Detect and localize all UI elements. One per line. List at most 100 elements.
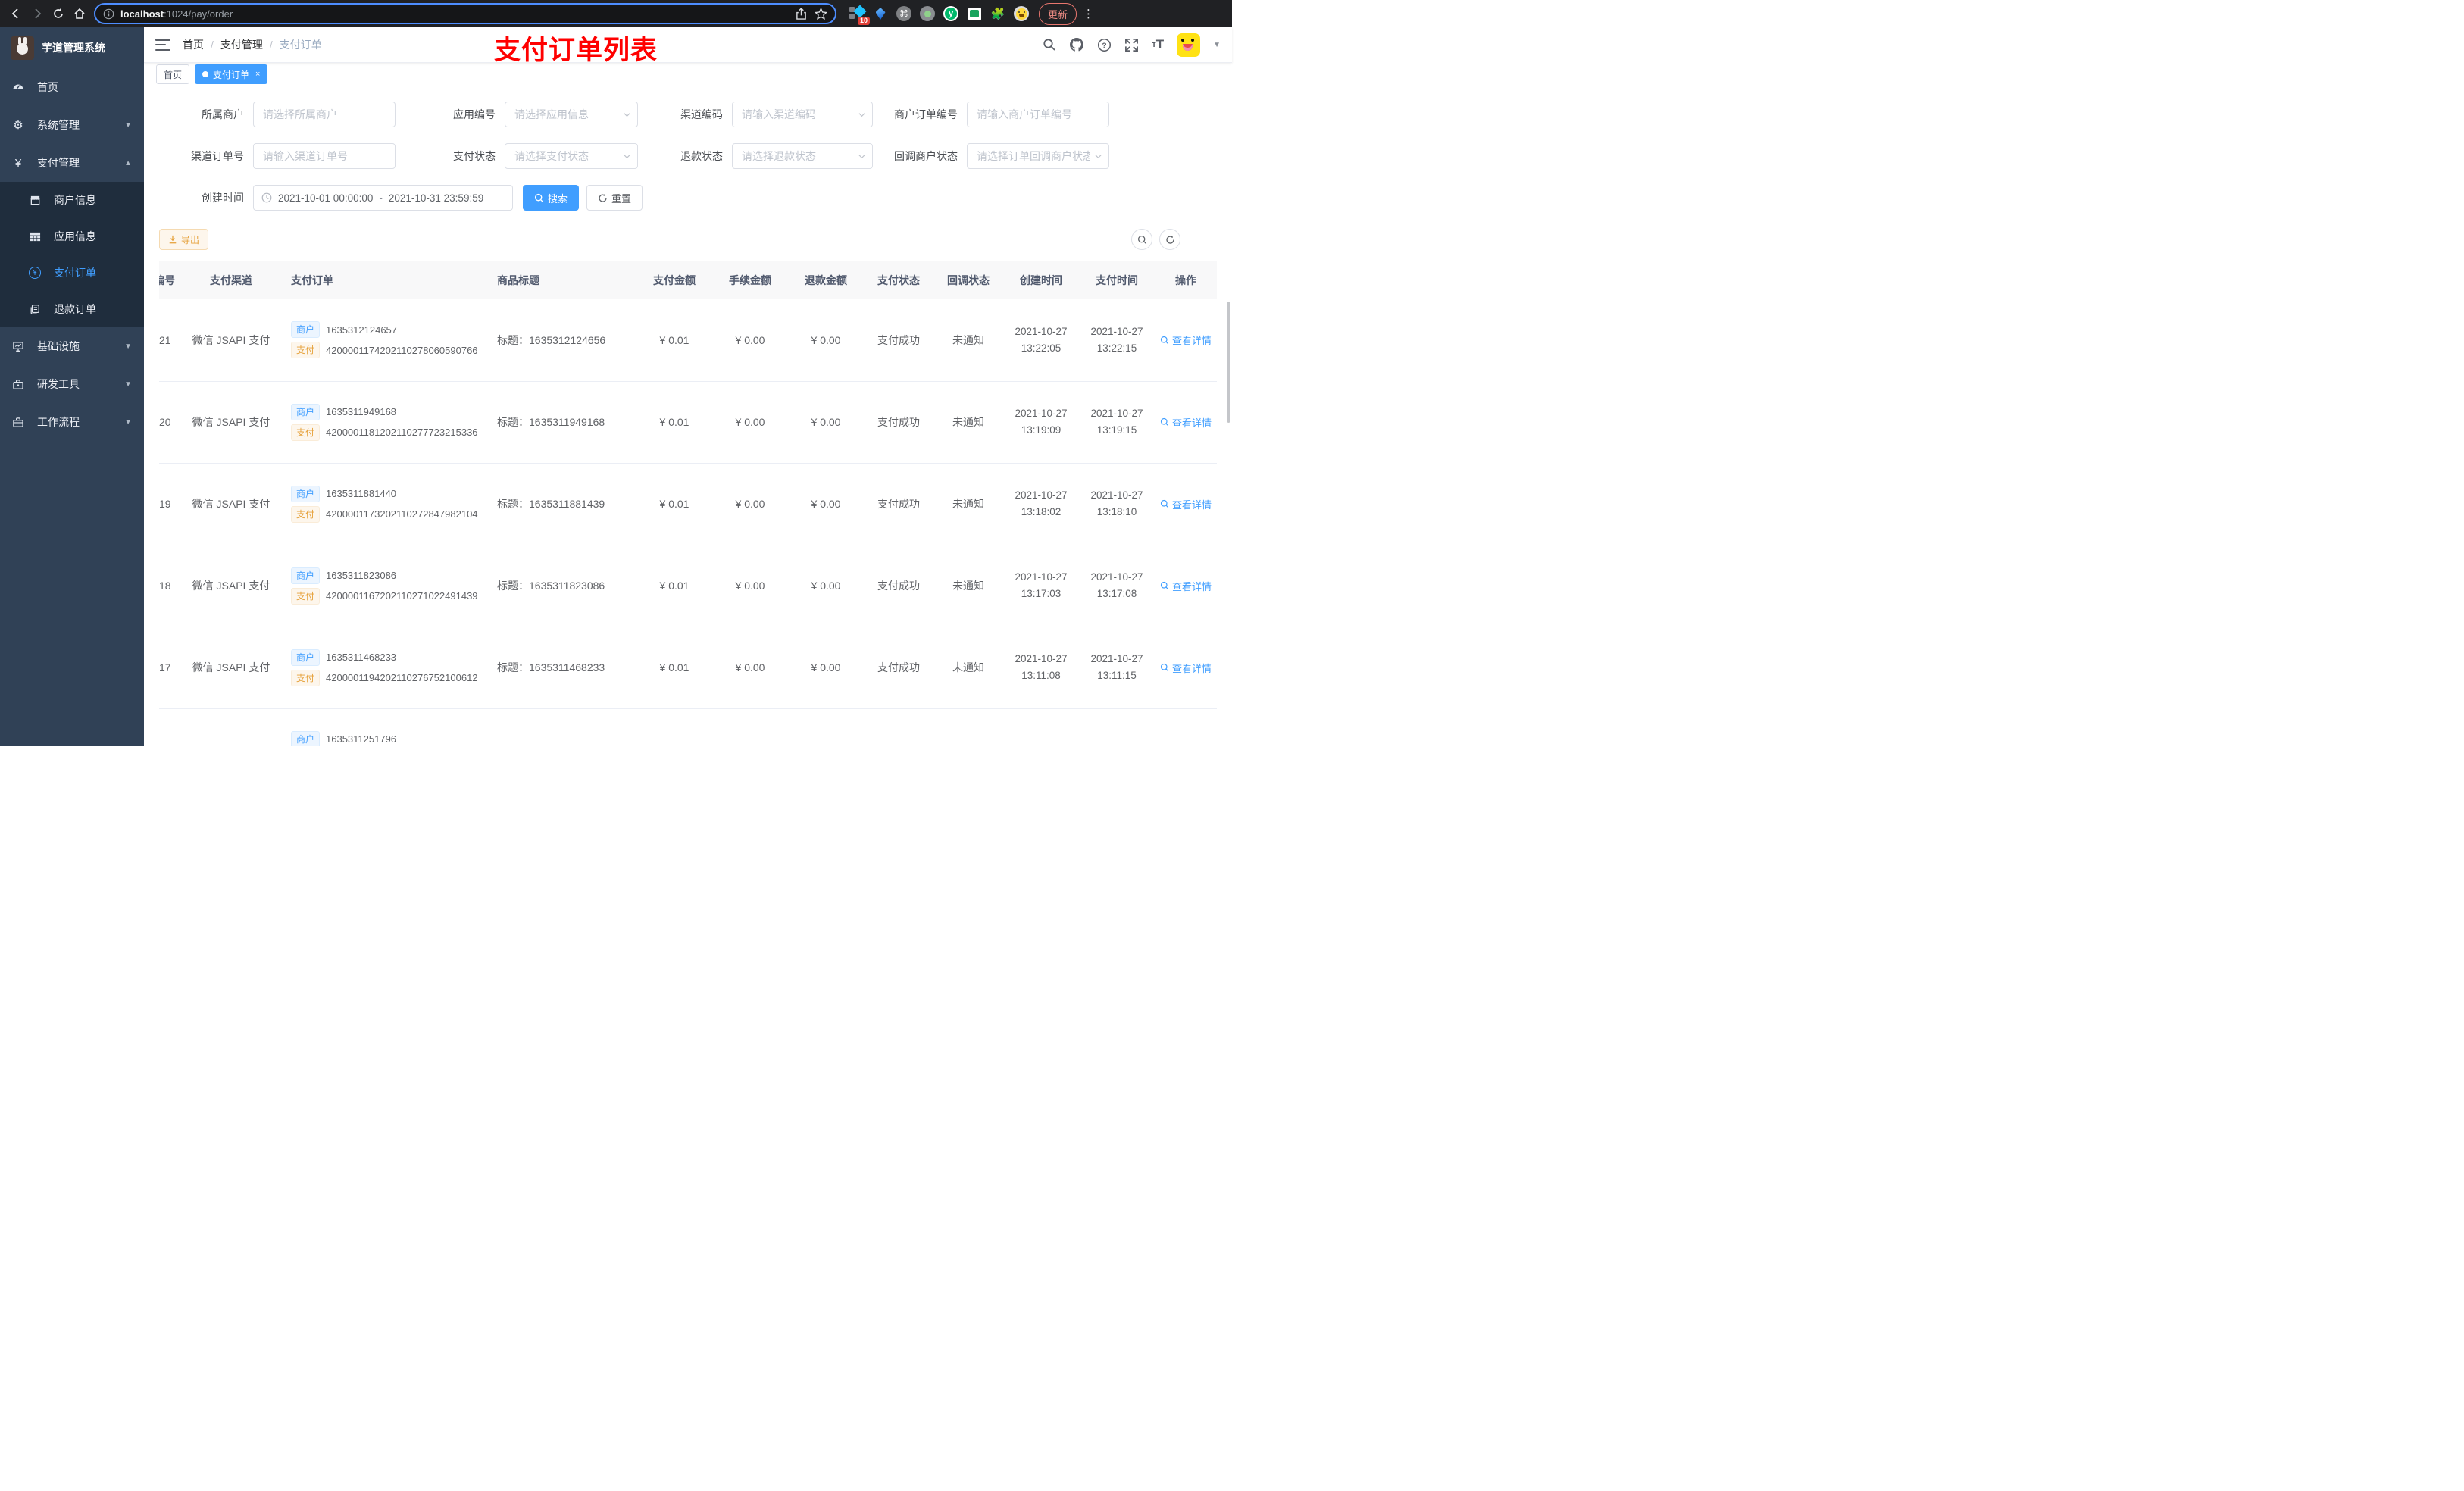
col-fee: 手续金额 xyxy=(712,261,788,299)
document-icon xyxy=(29,304,41,315)
col-refund: 退款金额 xyxy=(788,261,864,299)
kite-extension-icon[interactable] xyxy=(872,5,889,22)
sketch-extension-icon[interactable]: 10 xyxy=(849,5,870,25)
sidebar-item-refund-order[interactable]: 退款订单 xyxy=(0,291,144,327)
sidebar-item-dev-tools[interactable]: 研发工具 ▼ xyxy=(0,365,144,403)
create-time-range-picker[interactable]: 2021-10-01 00:00:00 - 2021-10-31 23:59:5… xyxy=(253,185,513,211)
extension-badge: 10 xyxy=(857,17,870,25)
refund-amount-cell: ¥ 0.00 xyxy=(788,545,864,627)
view-detail-link[interactable]: 查看详情 xyxy=(1160,415,1212,430)
pay-tag: 支付 xyxy=(291,669,321,686)
export-button[interactable]: 导出 xyxy=(159,229,209,250)
pay-amount-cell: ¥ 0.01 xyxy=(636,381,712,464)
fee-amount-cell xyxy=(712,708,788,746)
breadcrumb-current: 支付订单 xyxy=(279,39,322,51)
table-row: 20 微信 JSAPI 支付 商户 1635311949168 支付 4200001… xyxy=(159,381,1217,464)
refresh-button[interactable] xyxy=(1159,229,1180,250)
sidebar-item-infra[interactable]: 基础设施 ▼ xyxy=(0,327,144,365)
app-logo[interactable]: 芋道管理系统 xyxy=(0,27,144,68)
fee-amount-cell: ¥ 0.00 xyxy=(712,627,788,709)
emoji-extension-icon[interactable] xyxy=(1013,5,1030,22)
sidebar-item-label: 系统管理 xyxy=(37,119,80,131)
pay-tag: 支付 xyxy=(291,342,321,359)
range-end: 2021-10-31 23:59:59 xyxy=(388,192,484,204)
breadcrumb-payment[interactable]: 支付管理 xyxy=(220,37,263,52)
product-title-cell: 标题：1635312124656 xyxy=(486,299,636,382)
tags-view-bar: 首页 支付订单 × xyxy=(144,63,1232,86)
back-icon[interactable] xyxy=(6,4,26,23)
pay-status-select[interactable] xyxy=(505,143,638,169)
sidebar-item-label: 退款订单 xyxy=(54,303,96,315)
search-icon[interactable] xyxy=(1043,38,1056,52)
hide-search-button[interactable] xyxy=(1131,229,1152,250)
product-title-cell: 标题：1635311823086 xyxy=(486,545,636,627)
share-icon[interactable] xyxy=(796,7,807,20)
filter-label: 回调商户状态 xyxy=(894,150,958,162)
toolbox-icon xyxy=(12,379,24,390)
content-area: 所属商户 应用编号 渠道编码 商户订单编号 渠 xyxy=(144,86,1232,746)
search-icon xyxy=(1137,235,1146,244)
refund-amount-cell: ¥ 0.00 xyxy=(788,627,864,709)
sidebar-item-workflow[interactable]: 工作流程 ▼ xyxy=(0,403,144,441)
create-time-cell: 2021-10-27 13:22:05 xyxy=(1003,299,1079,382)
sidebar-item-home[interactable]: 首页 xyxy=(0,68,144,106)
order-id-cell: 20 xyxy=(159,381,182,464)
reset-button[interactable]: 重置 xyxy=(586,185,643,211)
fee-amount-cell: ¥ 0.00 xyxy=(712,463,788,545)
sidebar-item-merchant-info[interactable]: 商户信息 xyxy=(0,182,144,218)
search-icon xyxy=(1160,663,1169,672)
reload-icon[interactable] xyxy=(48,4,68,23)
chat-extension-icon[interactable] xyxy=(966,5,983,22)
caret-down-icon[interactable]: ▼ xyxy=(1213,41,1221,49)
sidebar-item-app-info[interactable]: 应用信息 xyxy=(0,218,144,255)
sidebar-item-label: 工作流程 xyxy=(37,416,80,428)
tag-pay-order[interactable]: 支付订单 × xyxy=(195,64,268,84)
menu-fold-icon[interactable] xyxy=(155,39,170,51)
fullscreen-icon[interactable] xyxy=(1124,38,1139,52)
help-icon[interactable]: ? xyxy=(1097,38,1112,52)
channel-code-select[interactable] xyxy=(732,102,873,127)
github-icon[interactable] xyxy=(1069,37,1084,52)
pay-channel-cell: 微信 JSAPI 支付 xyxy=(182,463,280,545)
home-icon[interactable] xyxy=(70,4,89,23)
notify-status-cell: 未通知 xyxy=(933,299,1003,382)
sidebar-item-payment[interactable]: ¥ 支付管理 ▲ xyxy=(0,144,144,182)
browser-chrome: localhost:1024/pay/order 10 ⌘ y 🧩 更新 ⋮ xyxy=(0,0,1232,27)
font-size-icon[interactable]: тT xyxy=(1152,37,1164,52)
table-row: 21 微信 JSAPI 支付 商户 1635312124657 支付 4200001… xyxy=(159,299,1217,382)
avatar[interactable] xyxy=(1177,33,1201,57)
sidebar-item-system[interactable]: ⚙ 系统管理 ▼ xyxy=(0,106,144,144)
yuque-extension-icon[interactable]: y xyxy=(943,5,959,22)
sidebar-item-label: 首页 xyxy=(37,81,58,93)
pay-amount-cell: ¥ 0.01 xyxy=(636,299,712,382)
tag-home[interactable]: 首页 xyxy=(156,64,190,84)
view-detail-link[interactable]: 查看详情 xyxy=(1160,579,1212,593)
product-title-cell: 标题：1635311949168 xyxy=(486,381,636,464)
search-button[interactable]: 搜索 xyxy=(523,185,580,211)
refund-status-select[interactable] xyxy=(732,143,873,169)
forward-icon[interactable] xyxy=(27,4,47,23)
notify-status-select[interactable] xyxy=(967,143,1109,169)
menu-dots-icon[interactable]: ⋮ xyxy=(1083,7,1094,20)
puzzle-extension-icon[interactable]: 🧩 xyxy=(990,5,1006,22)
record-extension-icon[interactable] xyxy=(919,5,936,22)
close-icon[interactable]: × xyxy=(255,70,260,79)
breadcrumb-home[interactable]: 首页 xyxy=(183,37,204,52)
url-bar[interactable]: localhost:1024/pay/order xyxy=(94,3,836,24)
browser-update-button[interactable]: 更新 xyxy=(1039,2,1077,25)
view-detail-link[interactable]: 查看详情 xyxy=(1160,661,1212,675)
info-icon[interactable] xyxy=(103,8,114,20)
view-detail-link[interactable]: 查看详情 xyxy=(1160,333,1212,347)
search-icon xyxy=(1160,581,1169,590)
channel-order-no-input[interactable] xyxy=(253,143,396,169)
sidebar-item-pay-order[interactable]: ¥ 支付订单 xyxy=(0,255,144,291)
star-icon[interactable] xyxy=(815,7,827,20)
merchant-order-no-input[interactable] xyxy=(967,102,1109,127)
app-id-select[interactable] xyxy=(505,102,638,127)
product-title-cell xyxy=(486,708,636,746)
command-extension-icon[interactable]: ⌘ xyxy=(896,5,912,22)
page-scrollbar[interactable] xyxy=(1227,302,1230,423)
merchant-input[interactable] xyxy=(253,102,396,127)
url-text[interactable]: localhost:1024/pay/order xyxy=(120,8,790,20)
view-detail-link[interactable]: 查看详情 xyxy=(1160,497,1212,511)
